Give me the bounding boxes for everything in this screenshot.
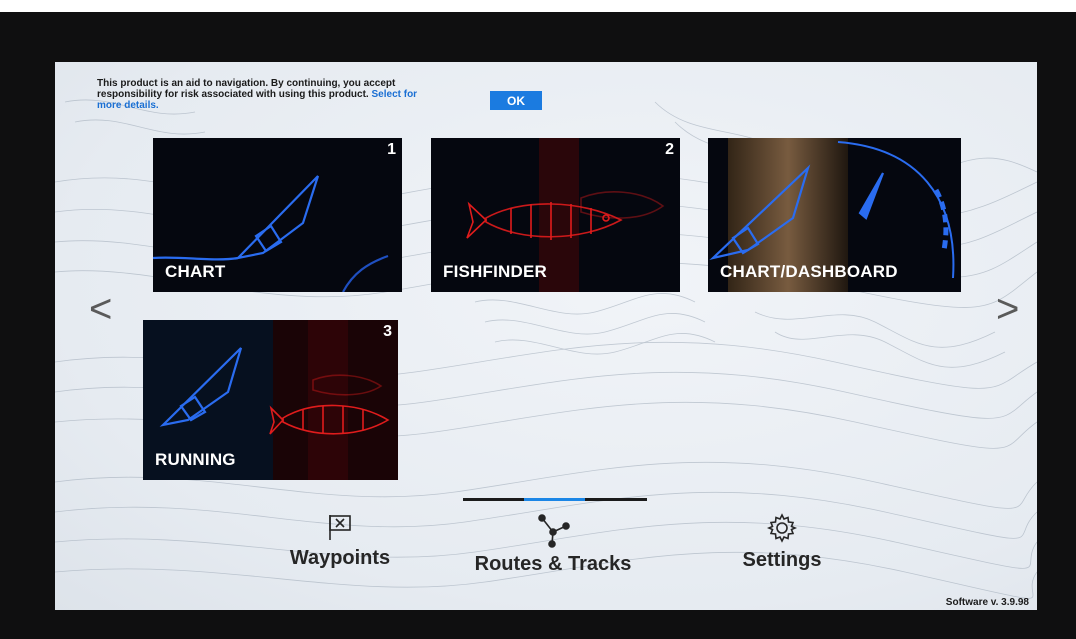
disclaimer-text: This product is an aid to navigation. By… bbox=[97, 78, 396, 100]
flag-x-icon bbox=[329, 515, 351, 540]
next-page-arrow[interactable]: > bbox=[996, 289, 1019, 329]
app-tile-chart[interactable]: 1 CHART bbox=[153, 138, 402, 292]
previous-page-arrow[interactable]: < bbox=[89, 289, 112, 329]
tile-number: 3 bbox=[383, 323, 392, 340]
settings-button[interactable]: Settings bbox=[712, 512, 852, 572]
tile-number: 2 bbox=[665, 141, 674, 158]
tile-number: 1 bbox=[387, 141, 396, 158]
tile-label: FISHFINDER bbox=[443, 262, 547, 281]
bezel-top-edge bbox=[0, 0, 1076, 12]
tile-label: CHART/DASHBOARD bbox=[720, 262, 898, 281]
page-indicator bbox=[463, 498, 647, 501]
waypoints-label: Waypoints bbox=[289, 547, 391, 569]
route-nodes-icon bbox=[538, 514, 570, 548]
software-version: Software v. 3.9.98 bbox=[945, 597, 1029, 608]
tile-label: CHART bbox=[165, 262, 226, 281]
routes-tracks-label: Routes & Tracks bbox=[474, 553, 632, 575]
app-tile-chart-dashboard[interactable]: CHART/DASHBOARD bbox=[708, 138, 961, 292]
gear-icon bbox=[766, 513, 798, 543]
tile-label: RUNNING bbox=[155, 450, 236, 469]
page-indicator-active bbox=[524, 498, 585, 501]
routes-tracks-button[interactable]: Routes & Tracks bbox=[457, 512, 649, 576]
settings-label: Settings bbox=[742, 549, 822, 571]
navigation-disclaimer: This product is an aid to navigation. By… bbox=[97, 78, 437, 111]
app-tile-fishfinder[interactable]: 2 FISHFINDER bbox=[431, 138, 680, 292]
app-tile-running[interactable]: 3 RUNNING bbox=[143, 320, 398, 480]
home-screen: This product is an aid to navigation. By… bbox=[55, 62, 1037, 610]
waypoints-button[interactable]: Waypoints bbox=[265, 512, 415, 570]
ok-button[interactable]: OK bbox=[490, 91, 542, 110]
